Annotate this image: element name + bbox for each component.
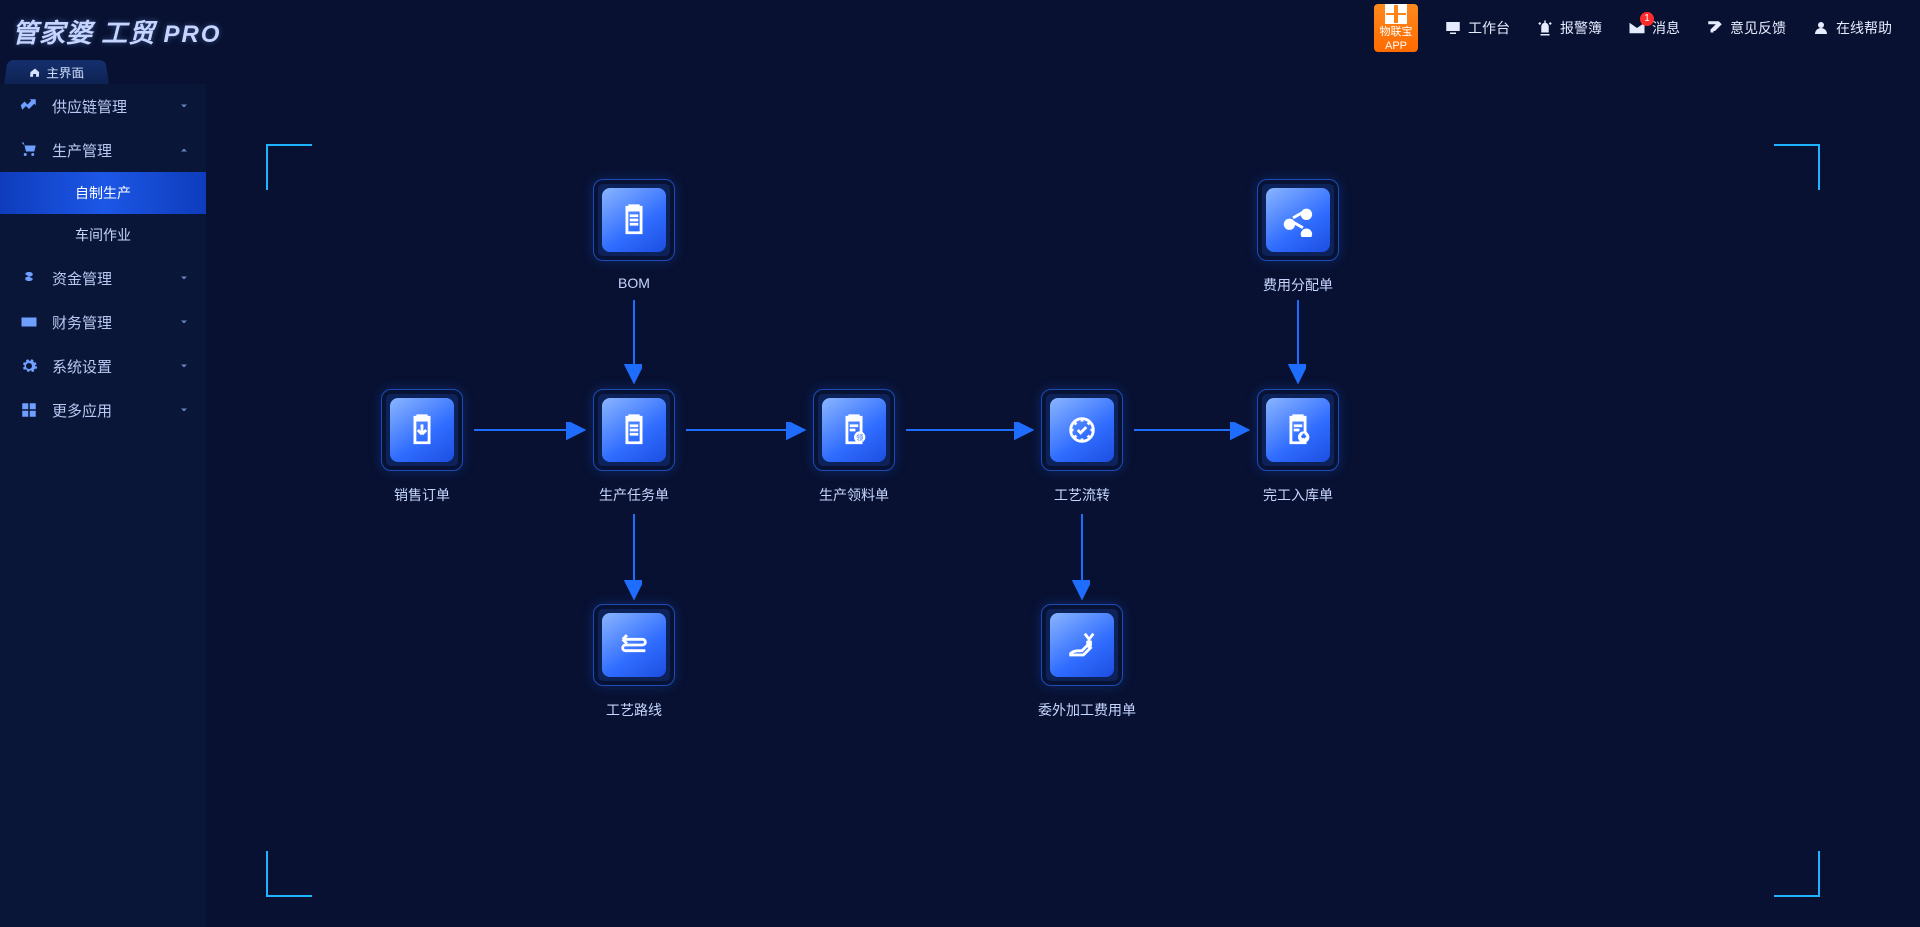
message-link[interactable]: 1 消息 <box>1628 18 1680 38</box>
card-icon <box>20 313 38 331</box>
app-badge-line2: APP <box>1385 40 1407 52</box>
self-made-label: 自制生产 <box>75 183 131 203</box>
logo-text: 管家婆 工贸 <box>12 18 155 48</box>
chart-up-icon <box>20 97 38 115</box>
sidebar-item-finance[interactable]: 财务管理 <box>0 300 206 344</box>
app-download-badge[interactable]: 物联宝 APP <box>1374 4 1418 52</box>
sidebar-item-system[interactable]: 系统设置 <box>0 344 206 388</box>
production-label: 生产管理 <box>52 140 112 161</box>
app-logo: 管家婆 工贸 PRO <box>12 7 221 50</box>
gear-icon <box>20 357 38 375</box>
system-label: 系统设置 <box>52 356 112 377</box>
tab-main-label: 主界面 <box>46 64 85 81</box>
workbench-label: 工作台 <box>1468 18 1510 38</box>
sidebar-item-production[interactable]: 生产管理 <box>0 128 206 172</box>
help-label: 在线帮助 <box>1836 18 1892 38</box>
sidebar-sub-self-made[interactable]: 自制生产 <box>0 172 206 214</box>
flow-arrows <box>206 84 1920 927</box>
help-link[interactable]: 在线帮助 <box>1812 18 1892 38</box>
chevron-up-icon <box>178 144 190 156</box>
alarm-link[interactable]: 报警簿 <box>1536 18 1602 38</box>
alarm-label: 报警簿 <box>1560 18 1602 38</box>
message-badge: 1 <box>1640 12 1654 26</box>
cart-icon <box>20 141 38 159</box>
topbar-right: 物联宝 APP 工作台 报警簿 1 消息 意见反馈 在线帮助 <box>1374 0 1920 56</box>
user-icon <box>1812 19 1830 37</box>
feedback-label: 意见反馈 <box>1730 18 1786 38</box>
chevron-down-icon <box>178 100 190 112</box>
more-apps-label: 更多应用 <box>52 400 112 421</box>
sidebar-item-more-apps[interactable]: 更多应用 <box>0 388 206 432</box>
funds-label: 资金管理 <box>52 268 112 289</box>
chevron-down-icon <box>178 404 190 416</box>
sidebar-item-supply-chain[interactable]: 供应链管理 <box>0 84 206 128</box>
message-label: 消息 <box>1652 18 1680 38</box>
monitor-icon <box>1444 19 1462 37</box>
tab-main[interactable]: 主界面 <box>4 60 109 84</box>
supply-chain-label: 供应链管理 <box>52 96 127 117</box>
finance-label: 财务管理 <box>52 312 112 333</box>
sidebar-item-funds[interactable]: 资金管理 <box>0 256 206 300</box>
tab-strip: 主界面 <box>0 56 109 84</box>
grid-icon <box>20 401 38 419</box>
logo-pro: PRO <box>163 21 221 48</box>
qr-icon <box>1385 4 1407 24</box>
flow-canvas: BOM 费用分配单 销售订单 生产任务单 领 生产领料单 工艺流转 完工入库单 … <box>206 84 1920 927</box>
chevron-down-icon <box>178 316 190 328</box>
app-badge-line1: 物联宝 <box>1380 26 1413 38</box>
home-icon <box>29 67 41 78</box>
workshop-label: 车间作业 <box>75 225 131 245</box>
dollar-icon <box>20 269 38 287</box>
sidebar-sub-workshop[interactable]: 车间作业 <box>0 214 206 256</box>
sidebar: 供应链管理 生产管理 自制生产 车间作业 资金管理 财务管理 系统设置 更多应用 <box>0 84 206 927</box>
workbench-link[interactable]: 工作台 <box>1444 18 1510 38</box>
topbar-header: 管家婆 工贸 PRO 物联宝 APP 工作台 报警簿 1 消息 意见反馈 在线帮… <box>0 0 1920 56</box>
feedback-link[interactable]: 意见反馈 <box>1706 18 1786 38</box>
chevron-down-icon <box>178 272 190 284</box>
chevron-down-icon <box>178 360 190 372</box>
siren-icon <box>1536 19 1554 37</box>
edit-note-icon <box>1706 19 1724 37</box>
